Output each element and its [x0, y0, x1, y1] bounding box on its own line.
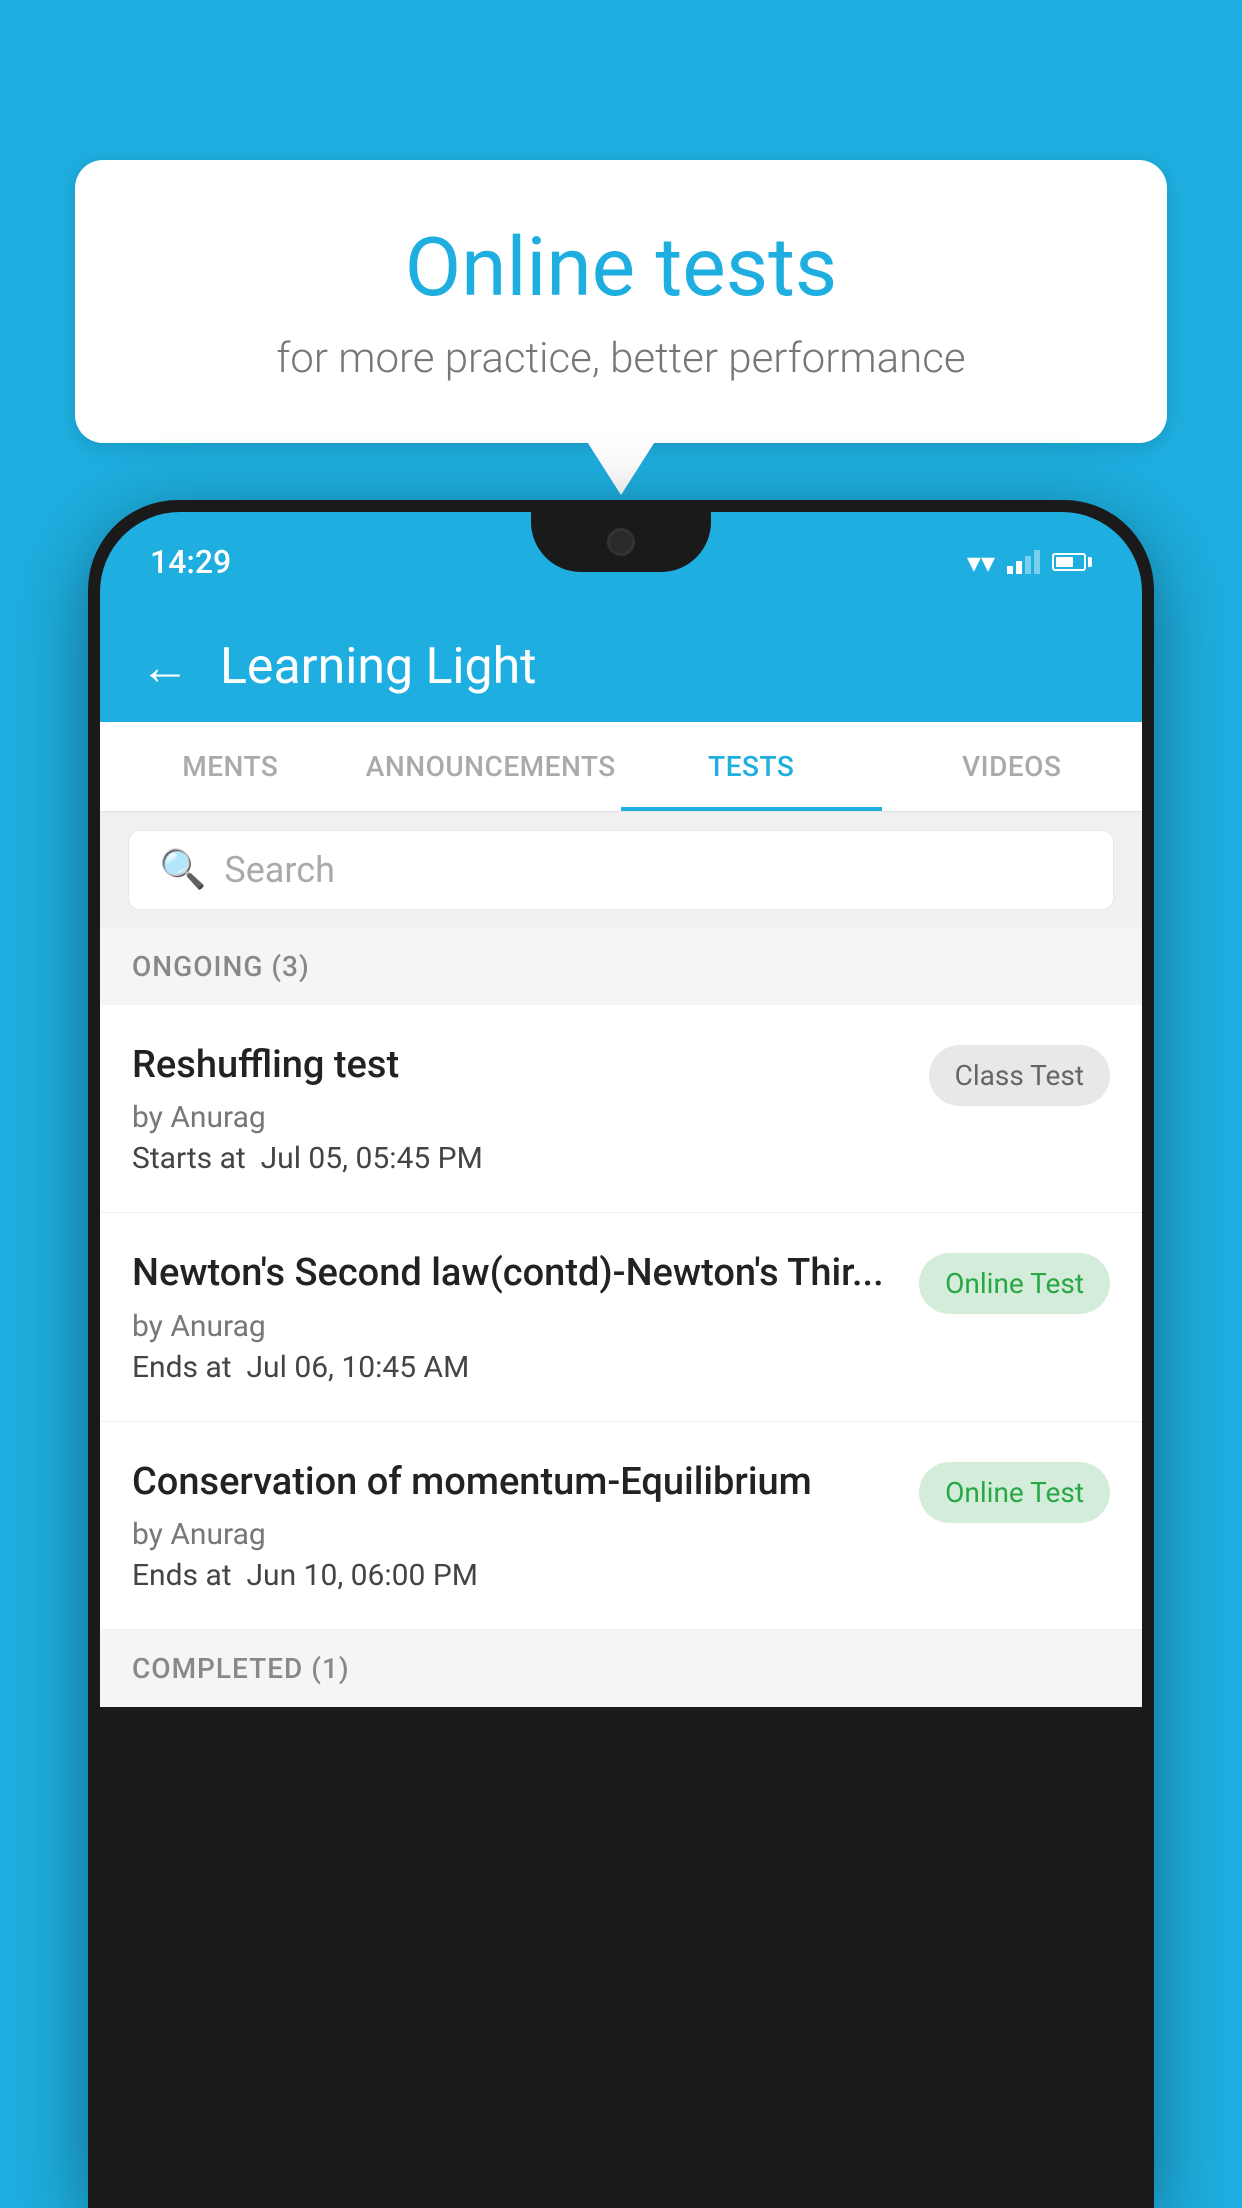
test-item[interactable]: Newton's Second law(contd)-Newton's Thir… [100, 1213, 1142, 1421]
battery-icon [1052, 553, 1092, 571]
status-bar: 14:29 ▾▾ [100, 512, 1142, 612]
wifi-icon: ▾▾ [967, 546, 995, 579]
speech-bubble-container: Online tests for more practice, better p… [75, 160, 1167, 443]
test-author: by Anurag [132, 1100, 909, 1135]
tab-bar: MENTS ANNOUNCEMENTS TESTS VIDEOS [100, 722, 1142, 812]
speech-bubble: Online tests for more practice, better p… [75, 160, 1167, 443]
test-date: Ends at Jun 10, 06:00 PM [132, 1558, 899, 1593]
status-time: 14:29 [150, 543, 231, 581]
test-title: Conservation of momentum-Equilibrium [132, 1458, 899, 1507]
status-icons: ▾▾ [967, 546, 1092, 579]
test-info: Reshuffling test by Anurag Starts at Jul… [132, 1041, 909, 1176]
phone-frame: 14:29 ▾▾ ← [88, 500, 1154, 2208]
test-info: Newton's Second law(contd)-Newton's Thir… [132, 1249, 899, 1384]
tab-assignments[interactable]: MENTS [100, 722, 361, 811]
ongoing-section-header: ONGOING (3) [100, 928, 1142, 1005]
test-date: Ends at Jul 06, 10:45 AM [132, 1350, 899, 1385]
test-list: Reshuffling test by Anurag Starts at Jul… [100, 1005, 1142, 1630]
app-bar: ← Learning Light [100, 612, 1142, 722]
test-item[interactable]: Conservation of momentum-Equilibrium by … [100, 1422, 1142, 1630]
test-author: by Anurag [132, 1517, 899, 1552]
app-bar-title: Learning Light [220, 638, 537, 696]
search-icon: 🔍 [159, 848, 206, 892]
phone-inner: 14:29 ▾▾ ← [100, 512, 1142, 2196]
test-info: Conservation of momentum-Equilibrium by … [132, 1458, 899, 1593]
test-date: Starts at Jul 05, 05:45 PM [132, 1141, 909, 1176]
test-author: by Anurag [132, 1309, 899, 1344]
test-title: Newton's Second law(contd)-Newton's Thir… [132, 1249, 899, 1298]
tab-announcements[interactable]: ANNOUNCEMENTS [361, 722, 622, 811]
back-button[interactable]: ← [140, 638, 190, 697]
search-placeholder: Search [224, 849, 335, 891]
test-badge-class: Class Test [929, 1045, 1110, 1106]
test-badge-online: Online Test [919, 1462, 1110, 1523]
tab-tests[interactable]: TESTS [621, 722, 882, 811]
tab-videos[interactable]: VIDEOS [882, 722, 1143, 811]
test-badge-online: Online Test [919, 1253, 1110, 1314]
search-container: 🔍 Search [100, 812, 1142, 928]
phone-camera [607, 528, 635, 556]
completed-section-header: COMPLETED (1) [100, 1630, 1142, 1707]
phone-notch [531, 512, 711, 572]
bubble-subtitle: for more practice, better performance [155, 334, 1087, 383]
test-item[interactable]: Reshuffling test by Anurag Starts at Jul… [100, 1005, 1142, 1213]
bubble-title: Online tests [155, 220, 1087, 316]
test-title: Reshuffling test [132, 1041, 909, 1090]
signal-bars-icon [1007, 550, 1040, 574]
search-bar[interactable]: 🔍 Search [128, 830, 1114, 910]
